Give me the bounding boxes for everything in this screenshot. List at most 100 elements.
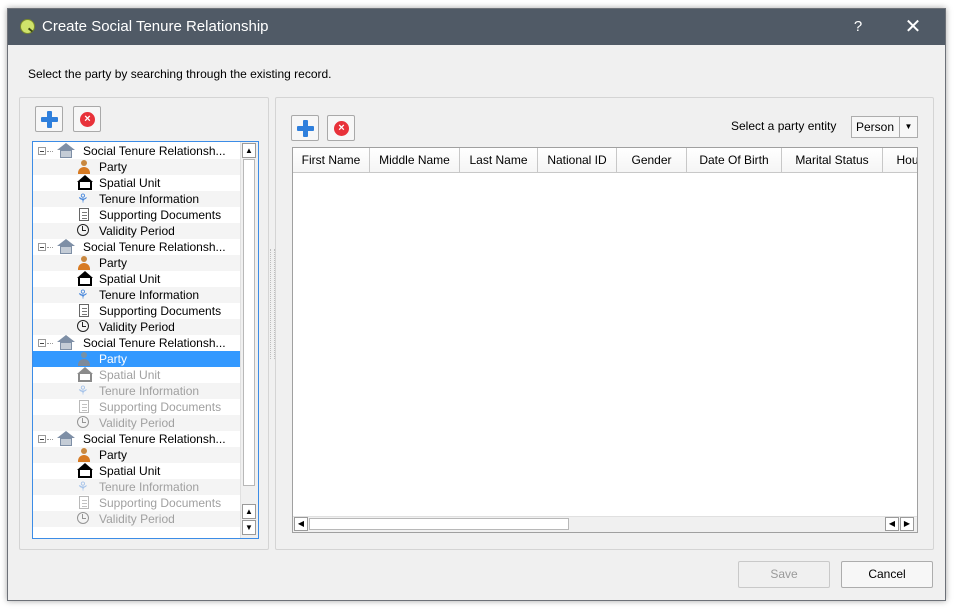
spatial-unit-icon xyxy=(77,271,93,286)
dialog-window: Create Social Tenure Relationship ? ✕ Se… xyxy=(7,8,946,601)
tree-item-social-tenure-relationship[interactable]: Social Tenure Relationsh... xyxy=(33,239,240,255)
tree-connector xyxy=(47,343,53,344)
tree-item-validity-period[interactable]: Validity Period xyxy=(33,319,240,335)
tree-item-label: Spatial Unit xyxy=(99,464,161,478)
tree-item-label: Supporting Documents xyxy=(99,208,222,222)
tenure-icon: ⚘ xyxy=(77,383,89,398)
collapse-icon[interactable] xyxy=(38,243,46,251)
tree-item-validity-period[interactable]: Validity Period xyxy=(33,415,240,431)
tree-item-label: Social Tenure Relationsh... xyxy=(83,336,226,350)
house-icon xyxy=(57,143,75,159)
tree-item-social-tenure-relationship[interactable]: Social Tenure Relationsh... xyxy=(33,143,240,159)
tree-item-label: Party xyxy=(99,256,128,270)
column-header-first-name[interactable]: First Name xyxy=(293,148,370,173)
tree-item-party[interactable]: Party xyxy=(33,351,240,367)
vertical-scrollbar[interactable]: ▲ ▲ ▼ xyxy=(240,142,258,538)
party-icon xyxy=(77,256,91,270)
help-button[interactable]: ? xyxy=(848,16,868,38)
tree-item-label: Spatial Unit xyxy=(99,368,161,382)
tree-item-social-tenure-relationship[interactable]: Social Tenure Relationsh... xyxy=(33,335,240,351)
party-icon xyxy=(77,448,91,462)
tree-item-label: Tenure Information xyxy=(99,288,200,302)
clock-icon xyxy=(77,512,89,524)
cancel-button[interactable]: Cancel xyxy=(841,561,933,588)
scroll-up-icon[interactable]: ▲ xyxy=(242,143,256,158)
tree-item-supporting-documents[interactable]: Supporting Documents xyxy=(33,495,240,511)
tree-item-label: Supporting Documents xyxy=(99,496,222,510)
tree-item-tenure-information[interactable]: ⚘ Tenure Information xyxy=(33,479,240,495)
close-button[interactable]: ✕ xyxy=(900,15,926,39)
tree-item-label: Party xyxy=(99,448,128,462)
column-header-national-id[interactable]: National ID xyxy=(538,148,617,173)
str-tree-view[interactable]: Social Tenure Relationsh... Party Spatial … xyxy=(32,141,259,539)
horizontal-scrollbar[interactable]: ◀ ◀ ▶ xyxy=(293,516,917,532)
house-icon xyxy=(57,239,75,255)
tree-item-label: Spatial Unit xyxy=(99,272,161,286)
tree-item-validity-period[interactable]: Validity Period xyxy=(33,511,240,527)
collapse-icon[interactable] xyxy=(38,435,46,443)
tree-item-label: Social Tenure Relationsh... xyxy=(83,144,226,158)
tree-item-label: Tenure Information xyxy=(99,192,200,206)
tree-item-supporting-documents[interactable]: Supporting Documents xyxy=(33,399,240,415)
tree-item-label: Validity Period xyxy=(99,512,175,526)
column-header-marital-status[interactable]: Marital Status xyxy=(782,148,883,173)
instruction-text: Select the party by searching through th… xyxy=(28,67,332,81)
tree-item-tenure-information[interactable]: ⚘ Tenure Information xyxy=(33,191,240,207)
tree-item-supporting-documents[interactable]: Supporting Documents xyxy=(33,303,240,319)
tree-item-validity-period[interactable]: Validity Period xyxy=(33,223,240,239)
tree-item-party[interactable]: Party xyxy=(33,255,240,271)
add-str-button[interactable] xyxy=(35,106,63,132)
scroll-down-icon[interactable]: ▼ xyxy=(242,520,256,535)
tenure-icon: ⚘ xyxy=(77,287,89,302)
clock-icon xyxy=(77,320,89,332)
tree-item-party[interactable]: Party xyxy=(33,159,240,175)
chevron-down-icon[interactable]: ▼ xyxy=(899,117,917,137)
collapse-icon[interactable] xyxy=(38,147,46,155)
tree-item-label: Validity Period xyxy=(99,224,175,238)
tree-item-party[interactable]: Party xyxy=(33,447,240,463)
tree-item-social-tenure-relationship[interactable]: Social Tenure Relationsh... xyxy=(33,431,240,447)
tree-item-label: Party xyxy=(99,352,128,366)
remove-party-button[interactable]: × xyxy=(327,115,355,141)
document-icon xyxy=(79,400,89,413)
tree-item-tenure-information[interactable]: ⚘ Tenure Information xyxy=(33,287,240,303)
party-table[interactable]: First Name Middle Name Last Name National I… xyxy=(292,147,918,533)
save-button[interactable]: Save xyxy=(738,561,830,588)
house-icon xyxy=(57,431,75,447)
column-header-middle-name[interactable]: Middle Name xyxy=(370,148,460,173)
scroll-left-icon[interactable]: ◀ xyxy=(294,517,308,531)
remove-str-button[interactable]: × xyxy=(73,106,101,132)
tree-item-label: Validity Period xyxy=(99,320,175,334)
tree-item-label: Social Tenure Relationsh... xyxy=(83,240,226,254)
tree-item-spatial-unit[interactable]: Spatial Unit xyxy=(33,271,240,287)
tree-item-label: Spatial Unit xyxy=(99,176,161,190)
tree-item-spatial-unit[interactable]: Spatial Unit xyxy=(33,463,240,479)
tree-item-supporting-documents[interactable]: Supporting Documents xyxy=(33,207,240,223)
clock-icon xyxy=(77,224,89,236)
party-entity-select[interactable]: Person ▼ xyxy=(851,116,918,138)
tree-item-spatial-unit[interactable]: Spatial Unit xyxy=(33,367,240,383)
column-header-date-of-birth[interactable]: Date Of Birth xyxy=(687,148,782,173)
scroll-left-icon[interactable]: ◀ xyxy=(885,517,899,531)
column-header-gender[interactable]: Gender xyxy=(617,148,687,173)
add-party-button[interactable] xyxy=(291,115,319,141)
tenure-icon: ⚘ xyxy=(77,191,89,206)
column-header-last-name[interactable]: Last Name xyxy=(460,148,538,173)
scrollbar-thumb[interactable] xyxy=(243,159,255,486)
document-icon xyxy=(79,208,89,221)
column-header-hou[interactable]: Hou xyxy=(883,148,917,173)
tree-item-tenure-information[interactable]: ⚘ Tenure Information xyxy=(33,383,240,399)
scrollbar-thumb[interactable] xyxy=(309,518,569,530)
scroll-right-icon[interactable]: ▶ xyxy=(900,517,914,531)
tree-item-spatial-unit[interactable]: Spatial Unit xyxy=(33,175,240,191)
title-bar: Create Social Tenure Relationship ? ✕ xyxy=(8,9,945,45)
scroll-up-icon[interactable]: ▲ xyxy=(242,504,256,519)
window-title: Create Social Tenure Relationship xyxy=(42,18,269,35)
collapse-icon[interactable] xyxy=(38,339,46,347)
spatial-unit-icon xyxy=(77,367,93,382)
party-table-header: First Name Middle Name Last Name National I… xyxy=(293,148,917,174)
party-entity-value: Person xyxy=(856,120,895,134)
spatial-unit-icon xyxy=(77,175,93,190)
str-tree-panel: × Social Tenure Relationsh... Party Spatia… xyxy=(19,97,269,550)
clock-icon xyxy=(77,416,89,428)
